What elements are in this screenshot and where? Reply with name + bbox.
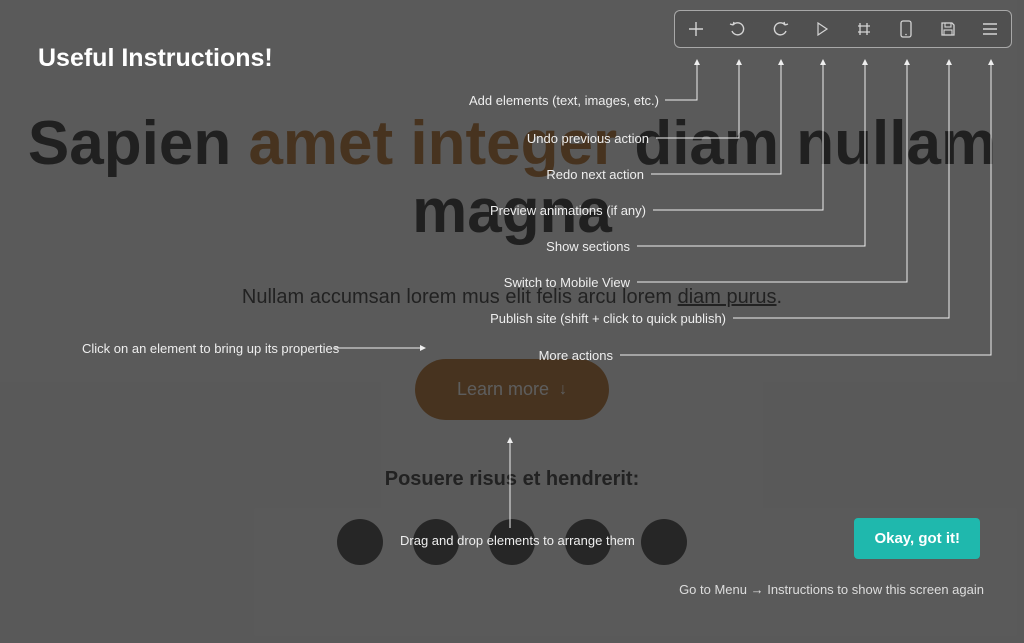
undo-icon — [729, 20, 747, 38]
plus-icon — [688, 21, 704, 37]
tutorial-title: Useful Instructions! — [38, 44, 273, 73]
footer-instructions-note: Go to Menu → Instructions to show this s… — [679, 582, 984, 597]
undo-button[interactable] — [717, 11, 759, 47]
hash-icon — [856, 21, 872, 37]
mobile-view-button[interactable] — [885, 11, 927, 47]
redo-button[interactable] — [759, 11, 801, 47]
play-icon — [815, 22, 829, 36]
sections-button[interactable] — [843, 11, 885, 47]
redo-icon — [771, 20, 789, 38]
editor-toolbar — [674, 10, 1012, 48]
preview-button[interactable] — [801, 11, 843, 47]
mobile-icon — [900, 20, 912, 38]
ok-got-it-button[interactable]: Okay, got it! — [854, 518, 980, 559]
add-button[interactable] — [675, 11, 717, 47]
menu-icon — [982, 22, 998, 36]
menu-button[interactable] — [969, 11, 1011, 47]
save-icon — [940, 21, 956, 37]
publish-button[interactable] — [927, 11, 969, 47]
